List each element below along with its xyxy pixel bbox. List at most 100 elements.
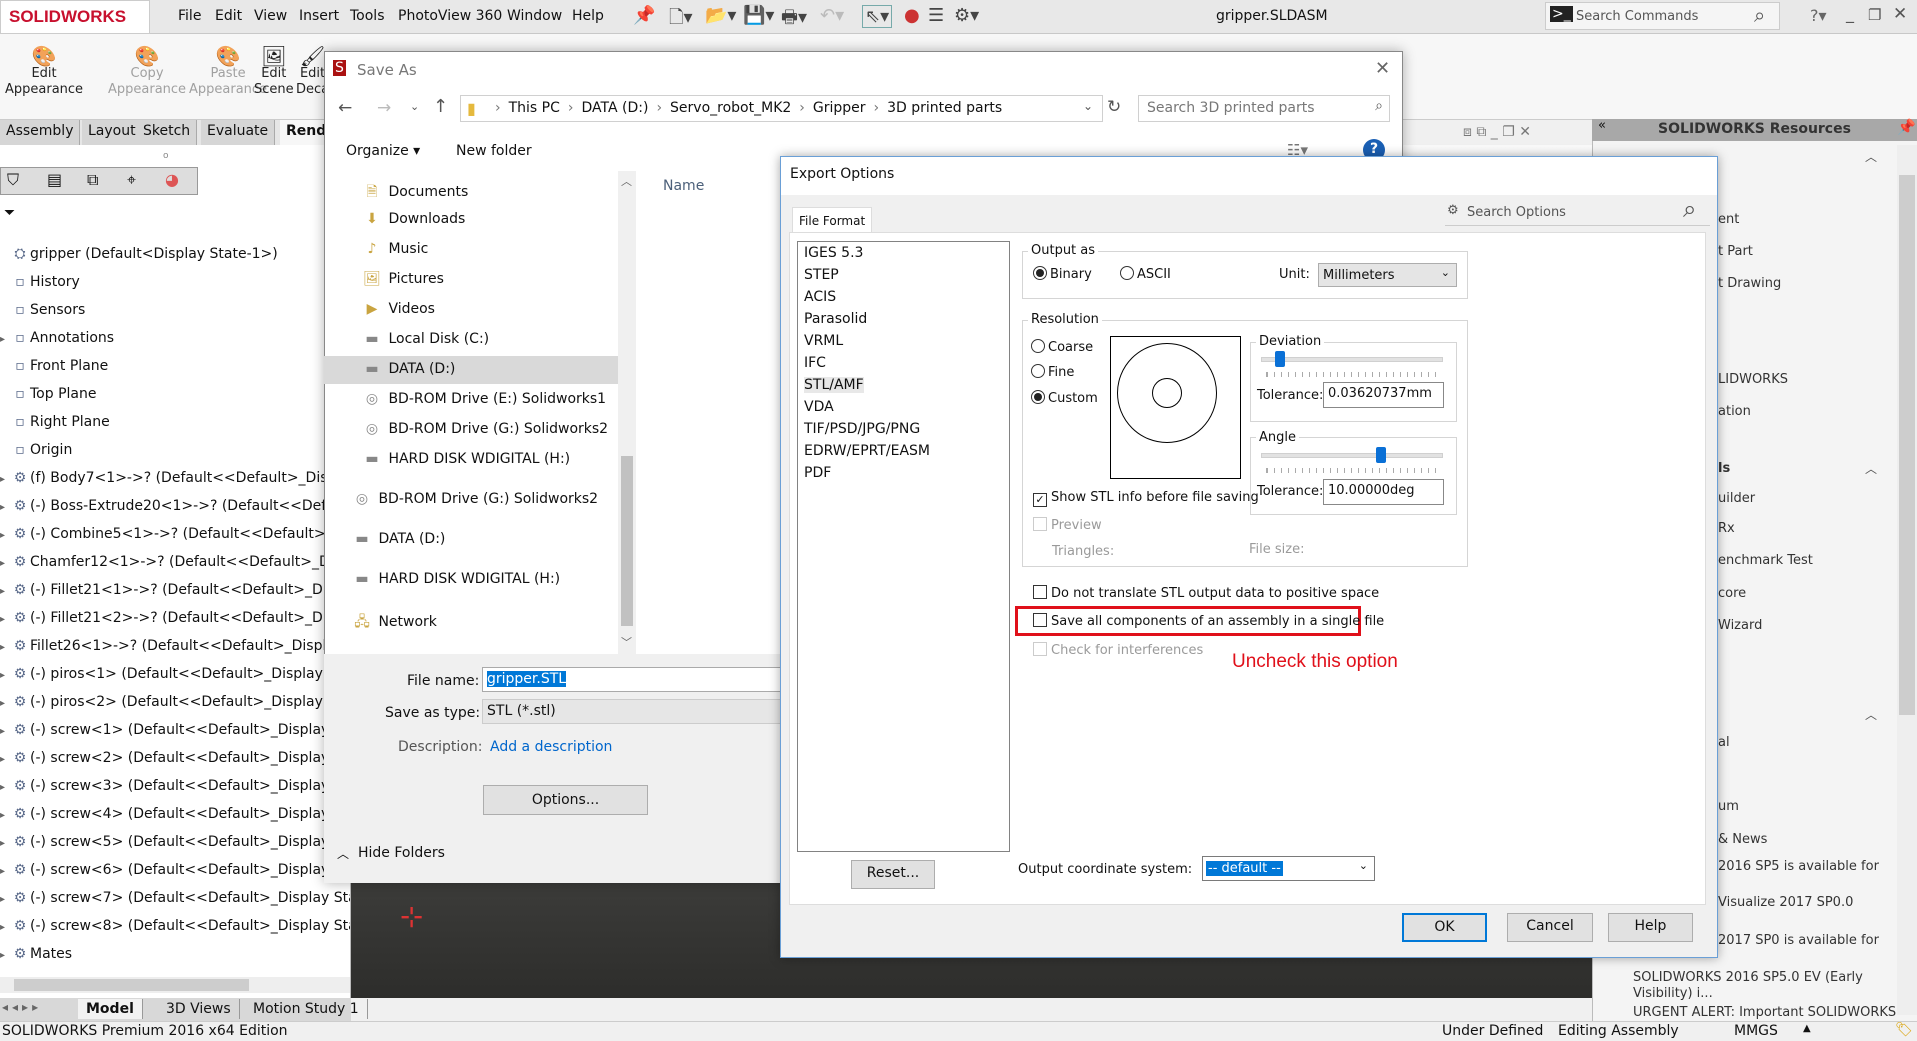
add-description-link[interactable]: Add a description — [490, 739, 612, 755]
resource-item[interactable]: al — [1718, 735, 1730, 750]
breadcrumb-item[interactable]: Gripper — [813, 100, 866, 116]
expand-arrow-icon[interactable]: ▸ — [0, 726, 10, 737]
filter-icon[interactable]: ⏷ — [4, 205, 15, 221]
expand-arrow-icon[interactable]: ▸ — [0, 642, 10, 653]
close-icon[interactable]: ✕ — [1893, 4, 1907, 24]
breadcrumb-item[interactable]: 3D printed parts — [887, 100, 1002, 116]
format-item[interactable]: Parasolid — [804, 311, 867, 327]
bottom-tab-2[interactable]: Motion Study 1 — [245, 999, 368, 1019]
resource-item[interactable]: Visibility) i... — [1633, 986, 1713, 1001]
resource-item[interactable]: LIDWORKS — [1718, 372, 1788, 387]
nav-item[interactable]: ▬ DATA (D:) — [350, 526, 618, 554]
chevron-down-icon[interactable]: ⌄ — [1083, 99, 1093, 113]
expand-arrow-icon[interactable]: ▸ — [0, 558, 10, 569]
tree-item[interactable]: ▸ ⚙ (-) Combine5<1>->? (Default<<Default>_ — [0, 526, 350, 550]
fine-radio[interactable]: Fine — [1031, 364, 1074, 380]
nav-scrollbar[interactable]: ︿ ﹀ — [618, 171, 636, 654]
pin-task-pane-icon[interactable]: 📌 — [1897, 118, 1916, 136]
nav-item[interactable]: ▬ DATA (D:) — [324, 356, 618, 384]
ribbon-button-1[interactable]: 🎨 Copy Appearance — [108, 46, 186, 98]
angle-slider[interactable] — [1261, 453, 1443, 458]
ok-button[interactable]: OK — [1402, 913, 1487, 942]
menu-photoview-360[interactable]: PhotoView 360 — [398, 8, 502, 24]
nav-item[interactable]: 🖼 Pictures — [324, 266, 618, 294]
options-button[interactable]: Options... — [483, 785, 648, 815]
help-button[interactable]: Help — [1608, 913, 1693, 942]
unit-select[interactable]: Millimeters ⌄ — [1318, 263, 1457, 287]
expand-arrow-icon[interactable]: ▸ — [0, 670, 10, 681]
resource-item[interactable]: enchmark Test — [1718, 553, 1813, 568]
file-name-input[interactable]: gripper.STL — [482, 667, 782, 692]
expand-arrow-icon[interactable]: ▸ — [0, 586, 10, 597]
tree-item[interactable]: ▸ ▫ Annotations — [0, 330, 350, 354]
format-item[interactable]: EDRW/EPRT/EASM — [804, 443, 930, 459]
cancel-button[interactable]: Cancel — [1507, 913, 1593, 942]
search-icon[interactable]: ⌕ — [1683, 195, 1696, 223]
tree-item[interactable]: ▸ ⚙ (-) screw<8> (Default<<Default>_Displa… — [0, 918, 350, 942]
deviation-tolerance-input[interactable]: 0.03620737mm — [1323, 382, 1444, 408]
nav-item[interactable]: ◎ BD-ROM Drive (G:) Solidworks2 — [324, 416, 618, 444]
resource-item[interactable]: URGENT ALERT: Important SOLIDWORKS — [1633, 1005, 1896, 1020]
configuration-manager-tab-icon[interactable]: ⧉ — [87, 170, 98, 190]
dimxpert-tab-icon[interactable]: ⌖ — [127, 170, 136, 190]
resource-item[interactable]: um — [1718, 799, 1739, 814]
save-icon[interactable]: 💾▾ — [743, 5, 774, 26]
tab-file-format[interactable]: File Format — [792, 207, 872, 233]
units-selector[interactable]: MMGS — [1734, 1023, 1778, 1039]
chevron-up-icon[interactable]: ︿ — [337, 845, 349, 862]
expand-arrow-icon[interactable]: ▸ — [0, 614, 10, 625]
print-icon[interactable]: 🖶▾ — [781, 5, 807, 35]
deviation-slider-thumb[interactable] — [1274, 351, 1285, 367]
open-icon[interactable]: 📂▾ — [705, 5, 736, 26]
save-as-type-select[interactable]: STL (*.stl) — [482, 699, 782, 724]
resource-item[interactable]: & News — [1718, 832, 1767, 847]
angle-slider-thumb[interactable] — [1376, 447, 1387, 463]
reset-button[interactable]: Reset... — [851, 860, 935, 889]
tree-item[interactable]: ▫ Origin — [0, 442, 350, 466]
menu-file[interactable]: File — [178, 8, 201, 24]
tree-item[interactable]: ▫ Top Plane — [0, 386, 350, 410]
nav-item[interactable]: ⬇ Downloads — [324, 206, 618, 234]
nav-item[interactable]: ▬ HARD DISK WDIGITAL (H:) — [350, 566, 618, 594]
nav-item[interactable]: 🗎 Documents — [324, 176, 618, 204]
format-item[interactable]: IFC — [804, 355, 826, 371]
format-item[interactable]: VDA — [804, 399, 834, 415]
tab-sketch[interactable]: Sketch — [137, 120, 198, 145]
select-icon[interactable]: ⇖▾ — [862, 5, 893, 28]
organize-button[interactable]: Organize ▾ — [346, 143, 420, 159]
horizontal-scrollbar[interactable] — [0, 977, 350, 993]
chevron-up-icon[interactable]: ︿ — [1865, 460, 1877, 477]
tree-item[interactable]: ▸ ⚙ (-) Fillet21<1>->? (Default<<Default>_… — [0, 582, 350, 606]
bottom-tab-0[interactable]: Model — [78, 999, 143, 1019]
tree-item[interactable]: ▸ ⚙ (-) Boss-Extrude20<1>->? (Default<<Def… — [0, 498, 350, 522]
format-item[interactable]: STL/AMF — [804, 377, 864, 393]
tree-item[interactable]: ▫ Sensors — [0, 302, 350, 326]
collapse-icon[interactable]: « — [1598, 118, 1606, 133]
tab-assembly[interactable]: Assembly — [0, 120, 81, 145]
nav-item[interactable]: ▶ Videos — [324, 296, 618, 324]
resource-item[interactable]: t Drawing — [1718, 276, 1781, 291]
splitter-handle[interactable]: o — [163, 151, 169, 161]
pin-icon[interactable]: 📌 — [633, 5, 655, 26]
resource-item[interactable]: Wizard — [1718, 618, 1762, 633]
menu-help[interactable]: Help — [572, 8, 604, 24]
resource-item[interactable]: t Part — [1718, 244, 1753, 259]
recent-icon[interactable]: ⌄ — [410, 100, 419, 113]
single-file-checkbox[interactable]: Save all components of an assembly in a … — [1033, 613, 1384, 629]
breadcrumb-item[interactable]: This PC — [509, 100, 560, 116]
tree-item[interactable]: ▫ Right Plane — [0, 414, 350, 438]
tab-scroll-arrows[interactable]: ◂◂▸▸ — [2, 1000, 42, 1014]
search-options-input[interactable]: ⚙ Search Options ⌕ — [1445, 195, 1710, 226]
tree-item[interactable]: ⛭ gripper (Default<Display State-1>) — [0, 246, 350, 270]
new-document-icon[interactable]: 🗋▾ — [669, 5, 693, 35]
custom-radio[interactable]: Custom — [1031, 390, 1098, 406]
resource-item[interactable]: Visualize 2017 SP0.0 — [1718, 895, 1853, 910]
expand-arrow-icon[interactable]: ▸ — [0, 474, 10, 485]
task-pane-scrollbar[interactable] — [1897, 145, 1917, 1015]
expand-arrow-icon[interactable]: ▸ — [0, 698, 10, 709]
refresh-icon[interactable]: ↻ — [1107, 97, 1121, 117]
solidworks-logo[interactable]: SOLIDWORKS — [0, 0, 150, 34]
tree-item[interactable]: ▸ ⚙ Chamfer12<1>->? (Default<<Default>_D — [0, 554, 350, 578]
resource-item[interactable]: ls — [1718, 461, 1730, 476]
property-manager-tab-icon[interactable]: ▤ — [47, 170, 62, 189]
